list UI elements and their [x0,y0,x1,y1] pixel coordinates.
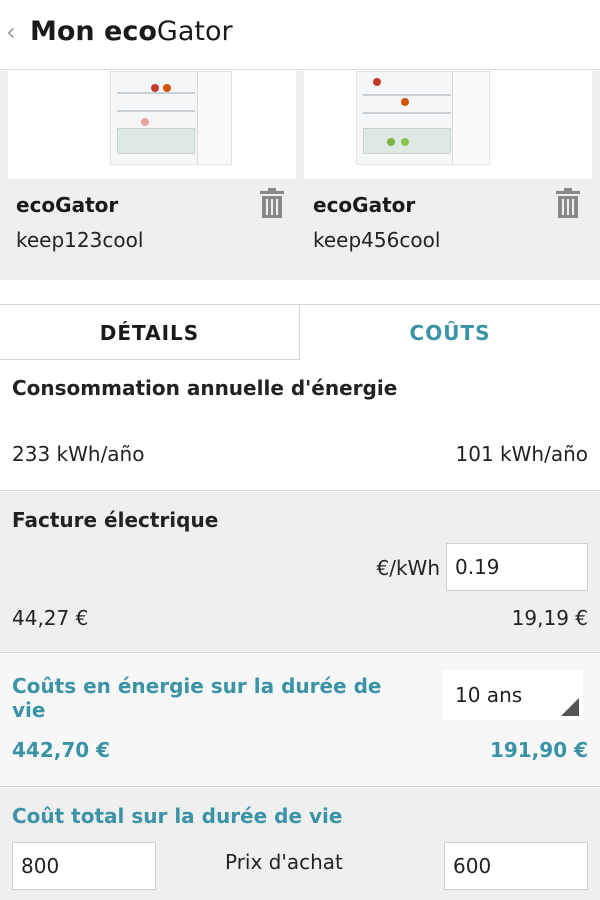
lifetime-energy-value-1: 442,70 € [12,738,111,762]
price-per-kwh-label: €/kWh [376,556,441,580]
purchase-price-input-1[interactable]: 800 [12,842,156,890]
tab-details[interactable]: DÉTAILS [0,304,300,360]
purchase-price-label: Prix d'achat [225,850,343,874]
duration-value: 10 ans [455,683,523,707]
trash-icon[interactable] [554,187,582,219]
duration-select[interactable]: 10 ans [443,670,583,720]
title-rest: Gator [156,16,233,47]
bill-value-1: 44,27 € [12,606,89,630]
energy-value-1: 233 kWh/año [12,442,145,466]
product-image-2 [304,71,592,179]
back-chevron-icon[interactable]: ‹ [6,18,16,46]
app-header: ‹ Mon ecoGator [0,0,600,70]
product-model-1: keep123cool [16,228,144,252]
electricity-bill-section: Facture électrique €/kWh 0.19 44,27 € 19… [0,492,600,653]
lifetime-energy-title-line1: Coûts en énergie sur la durée de [12,674,382,698]
lifetime-energy-value-2: 191,90 € [489,738,588,762]
fridge-image [110,71,232,165]
lifetime-energy-title-line2: vie [12,698,46,722]
energy-value-2: 101 kWh/año [455,442,588,466]
price-per-kwh-input[interactable]: 0.19 [446,543,588,591]
product-model-2: keep456cool [313,228,441,252]
product-image-1 [8,71,296,179]
trash-icon[interactable] [258,187,286,219]
title-eco: eco [104,16,157,47]
compared-products: ecoGator keep123cool ecoGator keep456coo… [0,71,600,280]
title-prefix: Mon [30,16,105,47]
electricity-bill-title: Facture électrique [12,508,219,532]
tab-bar: DÉTAILS COÛTS [0,304,600,360]
tab-costs[interactable]: COÛTS [300,304,600,360]
page-title: Mon ecoGator [30,16,233,47]
lifetime-energy-section: Coûts en énergie sur la durée de vie 10 … [0,654,600,787]
dropdown-arrow-icon [561,698,579,716]
energy-consumption-title: Consommation annuelle d'énergie [12,376,398,400]
purchase-price-input-2[interactable]: 600 [444,842,588,890]
product-brand-2: ecoGator [313,193,416,217]
product-brand-1: ecoGator [16,193,119,217]
bill-value-2: 19,19 € [511,606,588,630]
total-cost-section: Coût total sur la durée de vie 800 Prix … [0,788,600,900]
energy-consumption-section: Consommation annuelle d'énergie 233 kWh/… [0,360,600,491]
fridge-image [356,71,490,165]
total-cost-title: Coût total sur la durée de vie [12,804,343,828]
